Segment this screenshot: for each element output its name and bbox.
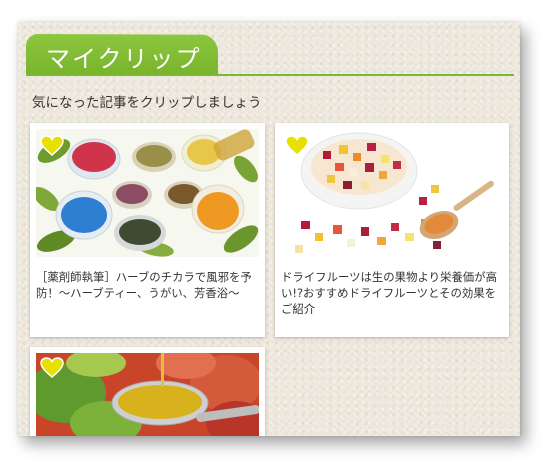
heart-clip-icon[interactable] [40,357,64,379]
article-image-olive-oil[interactable] [36,353,259,436]
section-intro: 気になった記事をクリップしましょう [32,95,262,111]
article-card-dried-fruit[interactable]: ドライフルーツは生の果物より栄養価が高い!?おすすめドライフルーツとその効果をご… [275,123,509,337]
article-title[interactable]: ドライフルーツは生の果物より栄養価が高い!?おすすめドライフルーツとその効果をご… [281,269,503,317]
heart-clip-icon[interactable] [285,135,309,157]
heart-clip-icon[interactable] [40,135,64,157]
article-card-olive-oil[interactable] [30,347,265,436]
article-title[interactable]: ［薬剤師執筆］ハーブのチカラで風邪を予防！～ハーブティー、うがい、芳香浴～ [36,269,258,301]
my-clip-panel: マイクリップ 気になった記事をクリップしましょう ［薬剤師執筆］ハーブのチカラで… [18,22,520,436]
section-title: マイクリップ [46,45,202,73]
article-card-herb[interactable]: ［薬剤師執筆］ハーブのチカラで風邪を予防！～ハーブティー、うがい、芳香浴～ [30,123,265,337]
article-image-dried-fruit[interactable] [281,129,503,257]
section-divider [26,74,514,76]
article-image-herbal-tea[interactable] [36,129,259,257]
section-tab: マイクリップ [26,34,218,74]
